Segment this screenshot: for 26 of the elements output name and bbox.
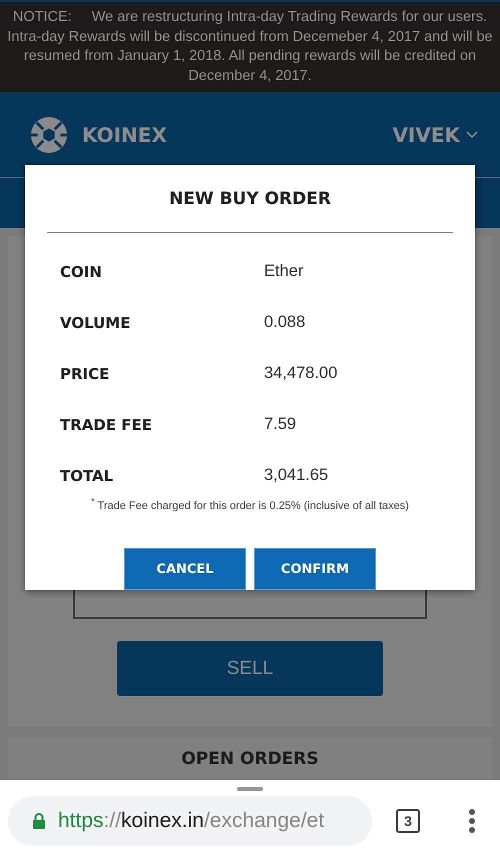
field-label: TOTAL [60,466,114,485]
logo-icon [30,116,68,154]
chevron-down-icon [466,130,478,138]
field-value: Ether [264,262,304,282]
confirm-button[interactable]: CONFIRM [254,548,376,590]
section-title: OPEN ORDERS [181,749,319,769]
field-label: COIN [60,262,103,281]
field-label: TRADE FEE [60,416,154,434]
brand-name: KOINEX [82,122,167,146]
url-field[interactable]: https://koinex.in/exchange/et [8,796,372,846]
sell-button[interactable]: SELL [117,641,383,696]
cancel-button[interactable]: CANCEL [124,548,246,590]
user-menu[interactable]: VIVEK [392,122,478,146]
notice-text: NOTICE: We are restructuring Intra-day Trading Rewards for our users. Intra-day Rewards will be discontinued from Decemeber 4, 2017 and will be resumed from January 1, 2018. All pending rewards will be credited on December 4, 2017. [6,8,494,86]
fee-note: $^{*}$ Trade Fee charged for this order is 0.25% (inclusive of all taxes) [91,496,409,512]
field-value: 3,041.65 [264,466,328,486]
field-label: PRICE [60,364,110,383]
dialog-title: NEW BUY ORDER [169,189,331,209]
field-label: VOLUME [60,314,132,332]
lock-icon [32,812,46,830]
field-value: 34,478.00 [264,364,338,384]
drag-handle[interactable] [237,787,263,791]
tab-count-button[interactable]: 3 [396,809,420,833]
field-value: 0.088 [264,313,306,332]
more-options-icon[interactable] [468,808,476,834]
field-value: 7.59 [264,415,296,434]
